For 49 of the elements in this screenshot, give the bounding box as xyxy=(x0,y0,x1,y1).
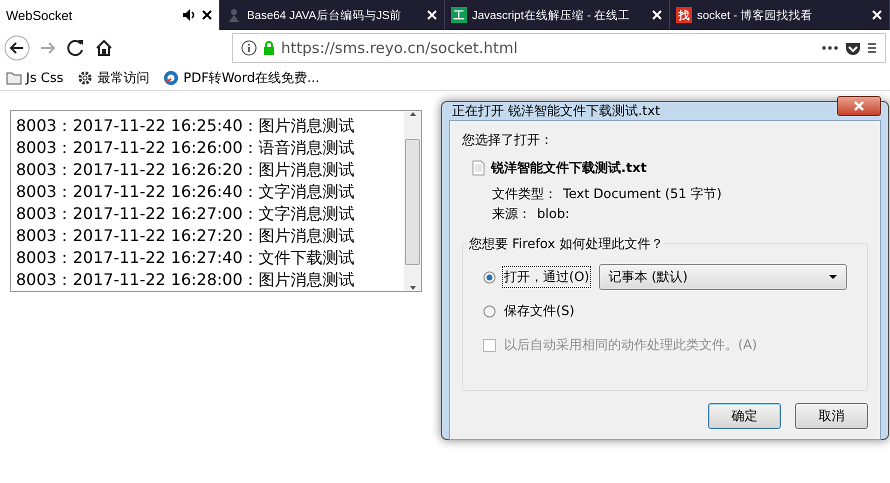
checkbox-option: 以后自动采用相同的动作处理此类文件。(A) xyxy=(483,334,760,356)
tab-favicon: 找 xyxy=(676,7,692,23)
application-dropdown[interactable]: 记事本 (默认) xyxy=(599,264,847,290)
browser-tab[interactable]: WebSocket xyxy=(0,0,220,30)
detail-label: 来源： xyxy=(492,206,531,224)
home-icon[interactable] xyxy=(94,38,114,58)
tab-favicon: 工 xyxy=(451,7,467,23)
detail-value: Text Document (51 字节) xyxy=(563,186,722,204)
log-line: 8003：2017-11-22 16:26:20：图片消息测试 xyxy=(16,159,356,181)
dialog-button[interactable]: 取消 xyxy=(795,403,868,429)
address-bar[interactable]: https://sms.reyo.cn/socket.html xyxy=(232,33,886,63)
close-icon xyxy=(853,100,865,112)
radio-button[interactable] xyxy=(483,270,496,284)
reload-icon[interactable] xyxy=(66,38,86,58)
info-icon[interactable] xyxy=(241,40,257,56)
tab-favicon xyxy=(226,7,242,23)
file-name: 锐洋智能文件下载测试.txt xyxy=(491,160,647,177)
log-line: 8003：2017-11-22 16:28:00：图片消息测试 xyxy=(16,269,356,291)
log-line: 8003：2017-11-22 16:27:00：文字消息测试 xyxy=(16,203,356,225)
bookmark-item[interactable]: Js Css xyxy=(6,70,64,86)
bookmark-item[interactable]: 最常访问 xyxy=(77,69,150,87)
log-line: 8003：2017-11-22 16:27:40：文件下载测试 xyxy=(16,247,356,269)
site-icon xyxy=(163,70,180,86)
group-title: 您想要 Firefox 如何处理此文件？ xyxy=(467,235,666,253)
scroll-up-icon[interactable] xyxy=(408,111,416,117)
detail-value: blob: xyxy=(537,206,570,224)
bookmark-item[interactable]: PDF转Word在线免费... xyxy=(163,69,320,87)
prompt-text: 您选择了打开： xyxy=(462,132,554,149)
radio-button[interactable] xyxy=(483,304,496,318)
folder-icon xyxy=(6,70,22,86)
close-tab-icon[interactable] xyxy=(201,9,213,21)
scroll-down-icon[interactable] xyxy=(408,285,416,291)
dialog-button[interactable]: 确定 xyxy=(708,403,781,429)
log-line: 8003：2017-11-22 16:27:20：图片消息测试 xyxy=(16,225,356,247)
close-button[interactable] xyxy=(837,96,881,116)
back-icon[interactable] xyxy=(4,35,30,61)
radio-option[interactable]: 保存文件(S) xyxy=(483,300,576,322)
detail-label: 文件类型： xyxy=(492,186,557,204)
log-line: 8003：2017-11-22 16:26:40：文字消息测试 xyxy=(16,181,356,203)
lock-icon xyxy=(262,40,276,56)
dialog-title: 正在打开 锐洋智能文件下载测试.txt xyxy=(451,103,662,120)
dropdown-caret-icon xyxy=(828,274,838,280)
scrollbar[interactable] xyxy=(404,111,421,291)
gear-icon xyxy=(77,70,94,86)
log-line: 8003：2017-11-22 16:26:00：语音消息测试 xyxy=(16,137,356,159)
log-line: 8003：2017-11-22 16:25:40：图片消息测试 xyxy=(16,115,356,137)
pocket-icon[interactable] xyxy=(844,40,862,56)
document-icon xyxy=(472,160,485,176)
speaker-icon[interactable] xyxy=(182,8,196,22)
